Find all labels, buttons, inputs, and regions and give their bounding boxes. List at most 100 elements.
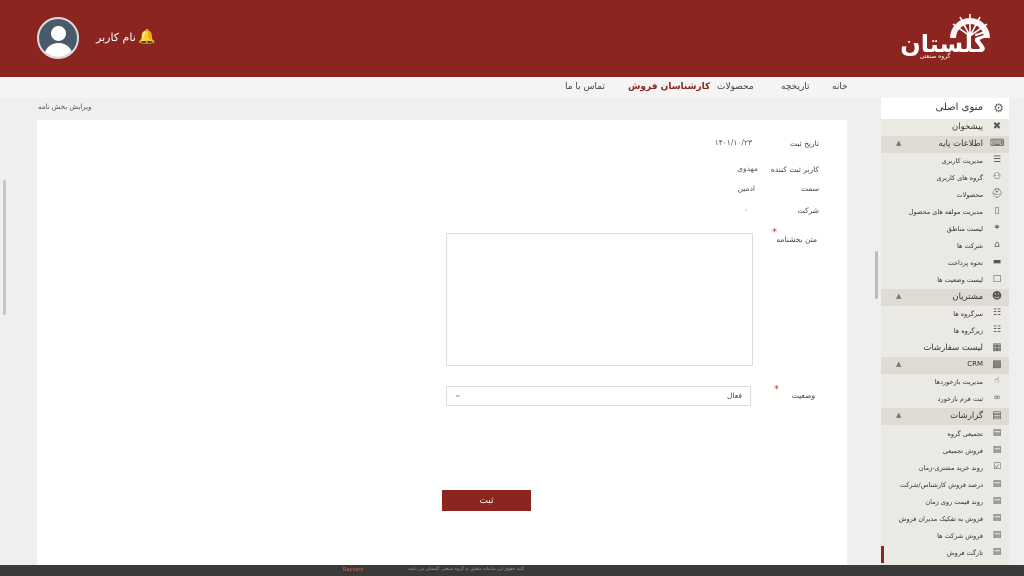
company-label: شرکت (797, 206, 819, 215)
globe-icon: ⚭ (993, 223, 1001, 233)
sidebar-item-status-list[interactable]: □ لیست وضعیت ها (881, 272, 1009, 289)
sidebar-item-label: تارگت فروش (946, 549, 983, 557)
sidebar-item-label: زیرگروه ها (953, 327, 983, 335)
sidebar-item-label: پیشخوان (952, 122, 983, 132)
company-value: ۰ (743, 205, 748, 214)
sidebar-item-aggregate-sales[interactable]: ▤ فروش تجمیعی (881, 443, 1009, 460)
sidebar-item-label: درصد فروش کارشناس/شرکت (899, 481, 983, 489)
page-scrollbar[interactable] (3, 180, 6, 315)
doc-icon: ▤ (992, 496, 1002, 506)
doc-check-icon: ☑ (992, 462, 1002, 472)
sidebar-item-label: مشتریان (952, 292, 983, 302)
header-bar: نام کاربر 🔔 گلستان گروه صنعتی (0, 0, 1024, 77)
top-navigation: خانه تاریخچه محصولات کارشناسان فروش تماس… (0, 77, 1024, 98)
status-select[interactable]: فعال ⌄ (446, 386, 751, 406)
sliders-icon: ☰ (992, 155, 1002, 165)
sidebar-item-label: فروش تجمیعی (942, 447, 983, 455)
registrar-label: کاربر ثبت کننده (770, 165, 819, 174)
sidebar-item-products[interactable]: ⛑ محصولات (881, 187, 1009, 204)
sidebar-item-label: تجمیعی گروه (947, 430, 983, 438)
building-icon: ⌂ (994, 240, 1000, 250)
doc-icon: ▤ (992, 428, 1002, 438)
sidebar-item-payment-methods[interactable]: ▬ نحوه پرداخت (881, 255, 1009, 272)
nav-products[interactable]: محصولات (717, 82, 754, 92)
crm-icon: ▩ (992, 359, 1002, 370)
sidebar-item-sub-groups[interactable]: ☷ زیرگروه ها (881, 323, 1009, 340)
sidebar-item-user-management[interactable]: ☰ مدیریت کاربری (881, 153, 1009, 170)
bookmark-icon: ▯ (994, 206, 1000, 216)
sidebar-item-regions[interactable]: ⚭ لیست مناطق (881, 221, 1009, 238)
sidebar-item-crm[interactable]: ▲ ▩ CRM (881, 357, 1009, 374)
doc-icon: ▤ (992, 479, 1002, 489)
circular-text-input[interactable] (446, 233, 753, 366)
sidebar-item-label: اطلاعات پایه (938, 139, 983, 149)
nav-contact[interactable]: تماس با ما (565, 82, 605, 92)
nav-history[interactable]: تاریخچه (781, 82, 810, 92)
date-label: تاریخ ثبت (789, 139, 819, 148)
sidebar-item-product-attributes[interactable]: ▯ مدیریت مولفه های محصول (881, 204, 1009, 221)
sidebar-item-feedback-management[interactable]: ☝ مدیریت بازخوردها (881, 374, 1009, 391)
tools-icon: ✖ (992, 121, 1002, 132)
sidebar-item-base-info[interactable]: ▲ ⌨ اطلاعات پایه (881, 136, 1009, 153)
status-label: وضعیت (791, 391, 815, 400)
sidebar-item-sales-target[interactable]: ▤ تارگت فروش (881, 545, 1009, 562)
sidebar-item-label: شرکت ها (957, 242, 983, 250)
sidebar-item-orders[interactable]: ▦ لیست سفارشات (881, 340, 1009, 357)
sidebar-item-feedback-form[interactable]: ∞ ثبت فرم بازخورد (881, 391, 1009, 408)
status-selected-value: فعال (727, 391, 742, 400)
username-label[interactable]: نام کاربر (96, 31, 136, 44)
sidebar-item-customer-trend[interactable]: ☑ روند خرید مشتری-زمان (881, 460, 1009, 477)
sidebar-active-indicator (881, 546, 884, 563)
gear-icon: ⚙ (993, 101, 1004, 115)
registrar-value: مهدوی (737, 164, 758, 173)
chevron-down-icon: ⌄ (454, 390, 462, 400)
chevron-up-icon: ▲ (896, 292, 902, 300)
report-icon: ▤ (992, 410, 1002, 421)
sidebar-item-label: نحوه پرداخت (947, 259, 983, 267)
sidebar-item-group-aggregate[interactable]: ▤ تجمیعی گروه (881, 426, 1009, 443)
sidebar-item-label: مدیریت مولفه های محصول (908, 208, 983, 216)
sidebar-item-label: گزارشات (950, 411, 983, 421)
sidebar-item-customers[interactable]: ▲ ☻ مشتریان (881, 289, 1009, 306)
submit-button[interactable]: ثبت (442, 490, 531, 511)
sidebar-item-label: روند قیمت روی زمان (925, 498, 983, 506)
required-marker: * (774, 384, 779, 395)
sidebar-item-label: مدیریت کاربری (941, 157, 983, 165)
nav-sales-experts[interactable]: کارشناسان فروش (628, 82, 710, 92)
card-icon: ▬ (992, 257, 1002, 267)
logo-subtitle: گروه صنعتی (919, 53, 951, 60)
sidebar-item-label: سرگروه ها (953, 310, 983, 318)
position-label: سمت (801, 184, 819, 193)
sidebar-item-companies[interactable]: ⌂ شرکت ها (881, 238, 1009, 255)
date-value: ۱۴۰۱/۱۰/۲۳ (714, 138, 752, 147)
sidebar-item-dashboard[interactable]: ✖ پیشخوان (881, 119, 1009, 136)
sidebar-item-sales-by-manager[interactable]: ▤ فروش به تفکیک مدیران فروش (881, 511, 1009, 528)
content-scrollbar[interactable] (875, 251, 878, 299)
sidebar-item-company-sales[interactable]: ▤ فروش شرکت ها (881, 528, 1009, 545)
sidebar-item-head-groups[interactable]: ☷ سرگروه ها (881, 306, 1009, 323)
sidebar-item-label: CRM (967, 360, 983, 368)
main-menu-header[interactable]: منوی اصلی ⚙ (881, 98, 1009, 119)
sidebar-item-label: گروه های کاربری (936, 174, 983, 182)
hierarchy-icon: ☷ (992, 308, 1002, 318)
page-title: ویرایش بخش نامه (38, 103, 92, 111)
sidebar-item-expert-sales-percent[interactable]: ▤ درصد فروش کارشناس/شرکت (881, 477, 1009, 494)
circular-text-label: متن بخشنامه (776, 235, 817, 244)
doc-icon: ▤ (992, 513, 1002, 523)
sidebar-item-reports[interactable]: ▲ ▤ گزارشات (881, 408, 1009, 425)
clipboard-icon: ▦ (992, 342, 1002, 353)
sidebar-item-label: ثبت فرم بازخورد (937, 395, 983, 403)
user-avatar[interactable] (37, 17, 79, 59)
doc-icon: ▤ (992, 547, 1002, 557)
edit-circular-form: تاریخ ثبت ۱۴۰۱/۱۰/۲۳ کاربر ثبت کننده مهد… (37, 120, 847, 565)
users-icon: ⚇ (992, 172, 1002, 182)
sidebar-item-label: مدیریت بازخوردها (934, 378, 983, 386)
bell-icon[interactable]: 🔔 (138, 30, 155, 44)
sidebar-item-price-trend[interactable]: ▤ روند قیمت روی زمان (881, 494, 1009, 511)
main-menu-title: منوی اصلی (935, 102, 983, 113)
sidebar-item-label: فروش شرکت ها (937, 532, 983, 540)
nav-home[interactable]: خانه (832, 82, 848, 92)
sidebar-item-user-groups[interactable]: ⚇ گروه های کاربری (881, 170, 1009, 187)
position-value: ادمین (737, 184, 755, 193)
footer-brand[interactable]: Rayvarz (343, 567, 363, 573)
